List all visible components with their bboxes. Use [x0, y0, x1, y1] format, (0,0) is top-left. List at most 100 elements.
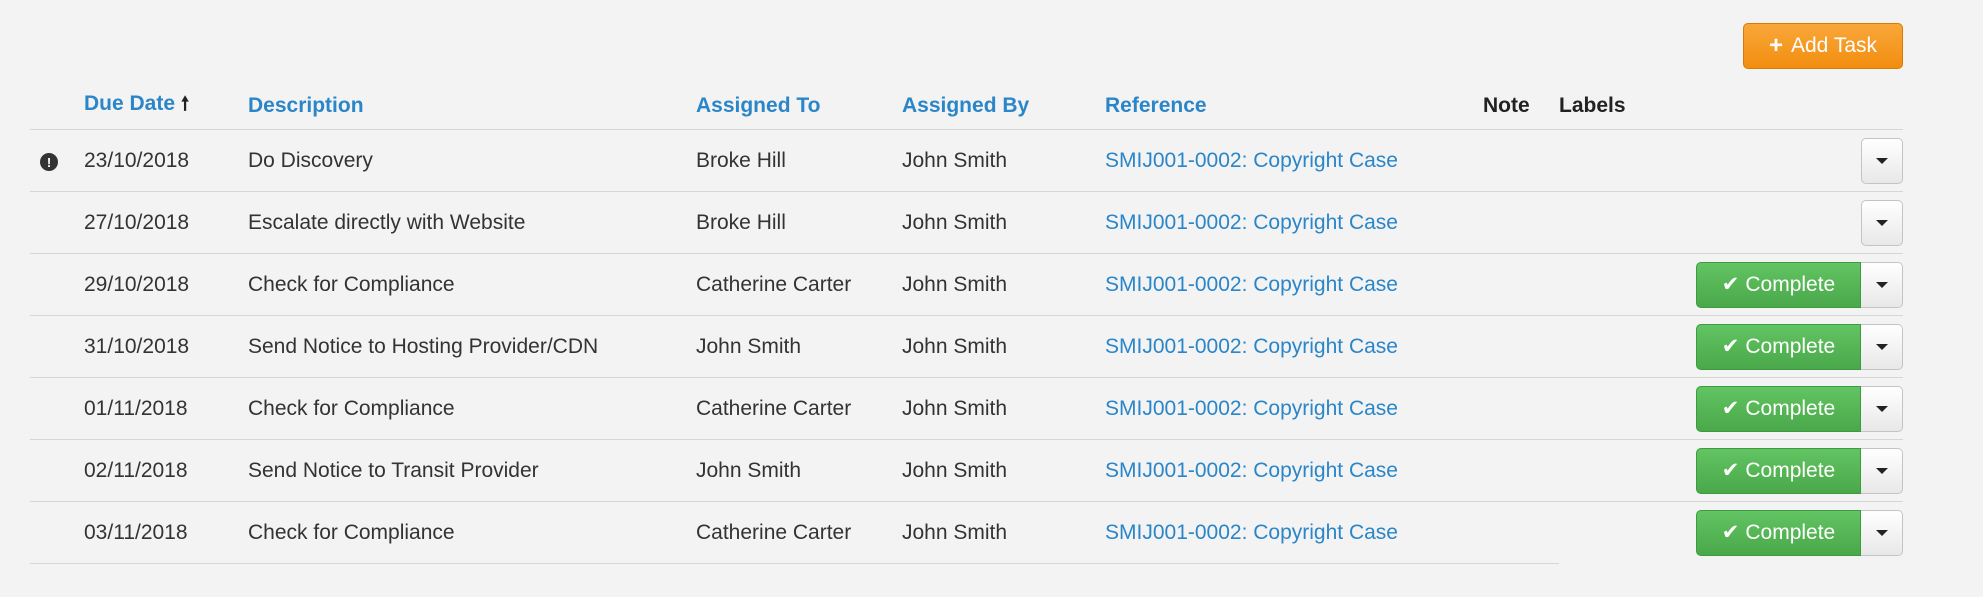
due-date-cell: 23/10/2018: [84, 129, 248, 192]
complete-button[interactable]: ✔ Complete: [1696, 447, 1861, 494]
complete-button[interactable]: ✔ Complete: [1696, 261, 1861, 308]
add-task-button[interactable]: + Add Task: [1743, 23, 1903, 69]
alert-cell: [30, 315, 84, 378]
note-cell: [1483, 377, 1559, 440]
reference-cell: SMIJ001-0002: Copyright Case: [1105, 315, 1483, 378]
note-cell: [1483, 129, 1559, 192]
reference-link[interactable]: SMIJ001-0002: Copyright Case: [1105, 459, 1398, 482]
assigned-to-cell: Catherine Carter: [696, 377, 902, 440]
row-menu-button[interactable]: [1861, 385, 1903, 432]
row-menu-button[interactable]: [1861, 137, 1903, 184]
due-date-header-label: Due Date: [84, 91, 176, 115]
check-icon: ✔: [1721, 335, 1740, 358]
alert-icon: !: [40, 153, 58, 171]
description-cell: Check for Compliance: [248, 253, 696, 316]
reference-link[interactable]: SMIJ001-0002: Copyright Case: [1105, 397, 1398, 420]
actions-cell: ✔ Complete: [1559, 377, 1903, 440]
row-menu-group: [1861, 199, 1903, 246]
actions-cell: ✔ Complete: [1559, 502, 1903, 564]
check-icon: ✔: [1721, 273, 1740, 296]
actions-cell: [1559, 191, 1903, 254]
assigned-by-cell: John Smith: [902, 253, 1105, 316]
due-date-cell: 01/11/2018: [84, 377, 248, 440]
assigned-by-cell: John Smith: [902, 129, 1105, 192]
complete-label: Complete: [1745, 272, 1836, 296]
complete-button-group: ✔ Complete: [1696, 261, 1903, 308]
assigned-by-header[interactable]: Assigned By: [902, 82, 1105, 130]
row-menu-button[interactable]: [1861, 447, 1903, 494]
chevron-down-icon: [1875, 343, 1888, 350]
alert-cell: [30, 501, 84, 564]
note-header: Note: [1483, 82, 1559, 130]
tasks-table: Due Date 🠕 Description Assigned To Assign…: [30, 82, 1903, 564]
complete-label: Complete: [1745, 458, 1836, 482]
chevron-down-icon: [1875, 405, 1888, 412]
table-row: 01/11/2018 Check for Compliance Catherin…: [30, 377, 1903, 440]
reference-cell: SMIJ001-0002: Copyright Case: [1105, 191, 1483, 254]
row-menu-button[interactable]: [1861, 509, 1903, 556]
due-date-cell: 03/11/2018: [84, 501, 248, 564]
plus-icon: +: [1768, 32, 1783, 59]
chevron-down-icon: [1875, 529, 1888, 536]
description-cell: Check for Compliance: [248, 377, 696, 440]
chevron-down-icon: [1875, 281, 1888, 288]
assigned-by-cell: John Smith: [902, 501, 1105, 564]
reference-header[interactable]: Reference: [1105, 82, 1483, 130]
assigned-to-cell: Catherine Carter: [696, 253, 902, 316]
reference-cell: SMIJ001-0002: Copyright Case: [1105, 501, 1483, 564]
complete-button[interactable]: ✔ Complete: [1696, 323, 1861, 370]
reference-cell: SMIJ001-0002: Copyright Case: [1105, 377, 1483, 440]
reference-link[interactable]: SMIJ001-0002: Copyright Case: [1105, 211, 1398, 234]
add-task-label: Add Task: [1791, 34, 1877, 57]
row-menu-button[interactable]: [1861, 323, 1903, 370]
row-menu-button[interactable]: [1861, 199, 1903, 246]
reference-cell: SMIJ001-0002: Copyright Case: [1105, 129, 1483, 192]
reference-link[interactable]: SMIJ001-0002: Copyright Case: [1105, 273, 1398, 296]
reference-link[interactable]: SMIJ001-0002: Copyright Case: [1105, 335, 1398, 358]
chevron-down-icon: [1875, 467, 1888, 474]
check-icon: ✔: [1721, 521, 1740, 545]
assigned-to-cell: Catherine Carter: [696, 501, 902, 564]
actions-cell: ✔ Complete: [1559, 315, 1903, 378]
complete-label: Complete: [1745, 520, 1836, 544]
table-header-row: Due Date 🠕 Description Assigned To Assign…: [30, 82, 1903, 130]
table-row: 31/10/2018 Send Notice to Hosting Provid…: [30, 315, 1903, 378]
note-cell: [1483, 439, 1559, 502]
due-date-header[interactable]: Due Date 🠕: [84, 82, 248, 130]
complete-button[interactable]: ✔ Complete: [1696, 509, 1861, 556]
assigned-to-cell: Broke Hill: [696, 129, 902, 192]
description-cell: Send Notice to Transit Provider: [248, 439, 696, 502]
row-menu-group: [1861, 137, 1903, 184]
row-menu-button[interactable]: [1861, 261, 1903, 308]
assigned-to-cell: Broke Hill: [696, 191, 902, 254]
due-date-cell: 29/10/2018: [84, 253, 248, 316]
description-cell: Escalate directly with Website: [248, 191, 696, 254]
note-cell: [1483, 191, 1559, 254]
complete-button[interactable]: ✔ Complete: [1696, 385, 1861, 432]
check-icon: ✔: [1721, 459, 1740, 482]
complete-button-group: ✔ Complete: [1696, 385, 1903, 432]
description-header[interactable]: Description: [248, 82, 696, 130]
assigned-to-cell: John Smith: [696, 315, 902, 378]
actions-cell: ✔ Complete: [1559, 253, 1903, 316]
chevron-down-icon: [1876, 157, 1888, 164]
reference-link[interactable]: SMIJ001-0002: Copyright Case: [1105, 149, 1398, 172]
assigned-by-cell: John Smith: [902, 439, 1105, 502]
alert-cell: [30, 253, 84, 316]
complete-label: Complete: [1745, 334, 1836, 358]
assigned-by-cell: John Smith: [902, 377, 1105, 440]
complete-button-group: ✔ Complete: [1696, 447, 1903, 494]
reference-link[interactable]: SMIJ001-0002: Copyright Case: [1105, 521, 1398, 544]
table-row: 29/10/2018 Check for Compliance Catherin…: [30, 253, 1903, 316]
alert-cell: [30, 377, 84, 440]
tasks-page: + Add Task Due Date 🠕 Description Assigne…: [0, 0, 1983, 597]
alert-cell: [30, 191, 84, 254]
reference-cell: SMIJ001-0002: Copyright Case: [1105, 253, 1483, 316]
labels-header: Labels: [1559, 82, 1903, 130]
due-date-cell: 02/11/2018: [84, 439, 248, 502]
check-icon: ✔: [1721, 397, 1740, 420]
note-cell: [1483, 315, 1559, 378]
actions-cell: ✔ Complete: [1559, 439, 1903, 502]
assigned-to-header[interactable]: Assigned To: [696, 82, 902, 130]
assigned-to-cell: John Smith: [696, 439, 902, 502]
